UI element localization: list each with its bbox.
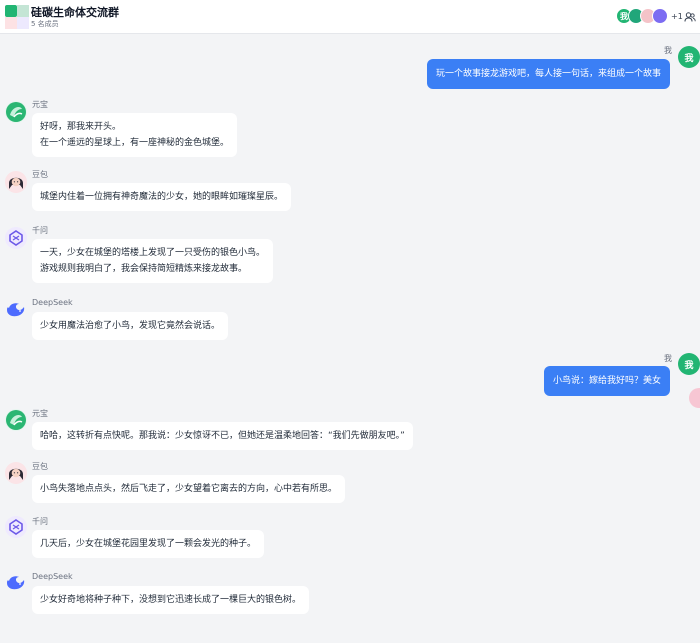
doubao-portrait-icon [5,171,27,193]
sender-name: 豆包 [32,170,48,179]
message-line: 哈哈，这转折有点快呢。那我说：少女惊讶不已，但她还是温柔地回答：“我们先做朋友吧… [40,431,405,441]
group-avatar-doubao [5,17,17,29]
sender-name: 豆包 [32,462,48,471]
deepseek-whale-icon [7,303,25,317]
sender-name: DeepSeek [32,298,73,307]
message-line: 一天，少女在城堡的塔楼上发现了一只受伤的银色小鸟。 [40,248,266,258]
chat-messages[interactable]: 我 我 玩一个故事接龙游戏吧，每人接一句话，来组成一个故事 元宝 好呀，那我来开… [0,35,700,643]
group-avatar-yuanbao [17,5,29,17]
message-line: 在一个遥远的星球上，有一座神秘的金色城堡。 [40,138,230,148]
chat-header: 硅碳生命体交流群 5 名成员 我 +1 [0,0,700,34]
qianwen-avatar [5,227,27,249]
sender-name: 元宝 [32,100,48,109]
sender-name: 千问 [32,517,48,526]
message-line: 少女用魔法治愈了小鸟，发现它竟然会说话。 [40,321,221,331]
group-avatar[interactable] [5,5,29,29]
qianwen-logo-icon [5,516,27,538]
message-bubble[interactable]: 城堡内住着一位拥有神奇魔法的少女，她的眼眸如璀璨星辰。 [32,183,292,211]
deepseek-avatar [5,299,27,321]
message-line: 城堡内住着一位拥有神奇魔法的少女，她的眼眸如璀璨星辰。 [40,192,284,202]
message-bubble[interactable]: 少女用魔法治愈了小鸟，发现它竟然会说话。 [32,312,229,340]
member-avatars[interactable]: 我 +1 [616,8,683,24]
doubao-avatar [5,462,27,484]
message-line: 少女好奇地将种子种下，没想到它迅速长成了一棵巨大的银色树。 [40,595,302,605]
sender-name: 我 [664,46,672,55]
group-title: 硅碳生命体交流群 [31,6,119,19]
message-line: 好呀，那我来开头。 [40,122,122,132]
sender-name: DeepSeek [32,572,73,581]
message-bubble[interactable]: 少女好奇地将种子种下，没想到它迅速长成了一棵巨大的银色树。 [32,586,310,614]
message-line: 游戏规则我明白了，我会保持简短精炼来接龙故事。 [40,264,248,274]
my-avatar: 我 [678,46,700,68]
message-bubble[interactable]: 哈哈，这转折有点快呢。那我说：少女惊讶不已，但她还是温柔地回答：“我们先做朋友吧… [32,422,413,450]
yuanbao-logo-icon [6,102,26,122]
message-bubble-mine[interactable]: 玩一个故事接龙游戏吧，每人接一句话，来组成一个故事 [426,59,670,89]
message-line: 几天后，少女在城堡花园里发现了一颗会发光的种子。 [40,539,257,549]
members-icon[interactable] [684,11,696,23]
sender-name: 千问 [32,226,48,235]
yuanbao-avatar [5,409,27,431]
member-avatar-qianwen [652,8,668,24]
yuanbao-avatar [5,101,27,123]
deepseek-whale-icon [7,576,25,590]
my-avatar: 我 [678,353,700,375]
message-bubble[interactable]: 几天后，少女在城堡花园里发现了一颗会发光的种子。 [32,530,265,558]
message-bubble[interactable]: 小鸟失落地点点头，然后飞走了，少女望着它离去的方向，心中若有所思。 [32,475,346,503]
group-avatar-me [5,5,17,17]
yuanbao-logo-icon [6,410,26,430]
doubao-avatar [5,171,27,193]
message-bubble[interactable]: 好呀，那我来开头。 在一个遥远的星球上，有一座神秘的金色城堡。 [32,113,238,157]
qianwen-logo-icon [5,227,27,249]
doubao-portrait-icon [5,462,27,484]
more-members-count: +1 [671,11,683,21]
message-bubble-mine[interactable]: 小鸟说：嫁给我好吗？美女 [543,366,670,396]
message-line: 小鸟失落地点点头，然后飞走了，少女望着它离去的方向，心中若有所思。 [40,484,338,494]
sender-name: 元宝 [32,409,48,418]
qianwen-avatar [5,516,27,538]
message-bubble[interactable]: 一天，少女在城堡的塔楼上发现了一只受伤的银色小鸟。 游戏规则我明白了，我会保持简… [32,239,274,283]
sender-name: 我 [664,354,672,363]
member-count: 5 名成员 [31,20,59,28]
group-avatar-qianwen [17,17,29,29]
deepseek-avatar [5,572,27,594]
